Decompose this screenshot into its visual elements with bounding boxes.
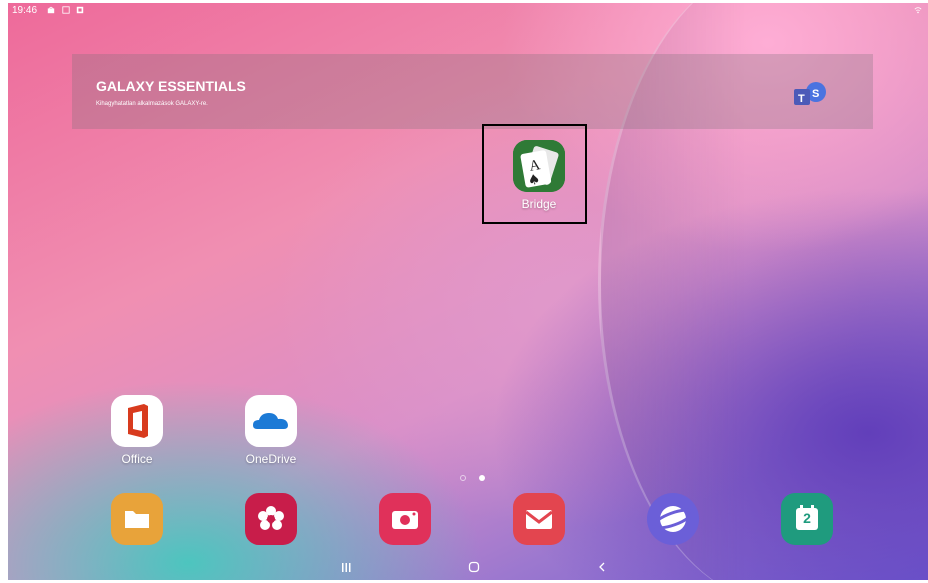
dock-internet[interactable]	[633, 493, 713, 545]
widget-subtitle: Kihagyhatatlan alkalmazások GALAXY-re.	[96, 101, 208, 107]
galaxy-essentials-widget[interactable]: GALAXY ESSENTIALS Kihagyhatatlan alkalma…	[72, 54, 873, 129]
home-icon[interactable]	[468, 561, 480, 573]
camera-icon	[379, 493, 431, 545]
home-screen: 19:46 GALAXY ESSENTIALS Kihagyhatatlan a…	[8, 3, 928, 580]
calendar-icon: 2	[781, 493, 833, 545]
email-icon	[513, 493, 565, 545]
my-files-icon	[111, 493, 163, 545]
dock-calendar[interactable]: 2	[767, 493, 847, 545]
dock-gallery[interactable]	[231, 493, 311, 545]
page-indicator-2[interactable]	[479, 475, 485, 481]
widget-title: GALAXY ESSENTIALS	[96, 78, 246, 94]
dock-my-files[interactable]	[97, 493, 177, 545]
dock-email[interactable]	[499, 493, 579, 545]
status-time: 19:46	[12, 5, 38, 16]
calendar-date: 2	[803, 510, 811, 526]
svg-text:S: S	[812, 88, 819, 100]
teams-icon[interactable]: T S	[790, 81, 830, 107]
gallery-icon	[245, 493, 297, 545]
office-icon	[111, 395, 163, 447]
app-bridge[interactable]: A ♠ Bridge	[499, 140, 579, 211]
app-label: Bridge	[521, 197, 557, 211]
app-onedrive[interactable]: OneDrive	[231, 395, 311, 466]
app-office[interactable]: Office	[97, 395, 177, 466]
internet-icon	[647, 493, 699, 545]
app-label: Office	[121, 452, 153, 466]
status-bar: 19:46	[8, 3, 928, 21]
wifi-icon	[914, 7, 922, 14]
dock-camera[interactable]	[365, 493, 445, 545]
notification-doc-icon	[62, 6, 70, 14]
page-indicator-1[interactable]	[460, 475, 466, 481]
recent-apps-icon[interactable]	[340, 561, 352, 573]
onedrive-icon	[245, 395, 297, 447]
back-icon[interactable]	[596, 561, 608, 573]
svg-text:T: T	[798, 93, 805, 105]
notification-image-icon	[76, 6, 84, 14]
bridge-cards-icon: A ♠	[513, 140, 565, 192]
app-label: OneDrive	[245, 452, 297, 466]
notification-bag-icon	[47, 6, 55, 14]
